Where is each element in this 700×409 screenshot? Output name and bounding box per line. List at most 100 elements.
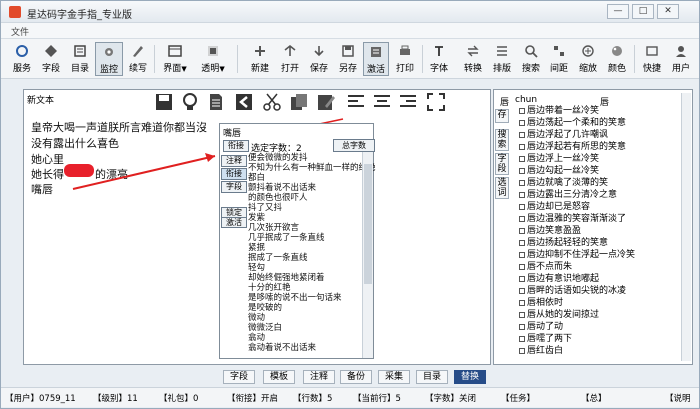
copy-icon[interactable] bbox=[289, 92, 309, 112]
candidate-item[interactable]: 几乎抿成了一条直线 bbox=[248, 233, 325, 243]
tab-replace[interactable]: 替换 bbox=[454, 370, 486, 384]
library-item[interactable]: 唇边露出三分清冷之意 bbox=[519, 189, 617, 201]
tab-catalog[interactable]: 目录 bbox=[416, 370, 448, 384]
toolbar-button-field[interactable]: 字段 bbox=[38, 42, 64, 76]
candidate-item[interactable]: 都白 bbox=[248, 173, 265, 183]
toolbar-button-activate[interactable]: 激活 bbox=[363, 42, 389, 76]
toolbar-button-catalog[interactable]: 目录 bbox=[67, 42, 93, 76]
candidate-item[interactable]: 翕动着说不出话来 bbox=[248, 343, 316, 353]
restore-button[interactable]: □ bbox=[632, 4, 654, 19]
candidate-item[interactable]: 微微泛白 bbox=[248, 323, 282, 333]
candidate-item[interactable]: 轻勾 bbox=[248, 263, 265, 273]
document-icon[interactable] bbox=[206, 92, 226, 112]
library-item[interactable]: 唇边却已是怒容 bbox=[519, 201, 590, 213]
library-item[interactable]: 唇畔的话语如尖锐的冰凌 bbox=[519, 285, 626, 297]
candidate-item[interactable]: 的颜色也很吓人 bbox=[248, 193, 308, 203]
candidate-item[interactable]: 是哆嗦的说不出一句话来 bbox=[248, 293, 342, 303]
toolbar-button-zoom[interactable]: 缩放 bbox=[575, 42, 601, 76]
candidate-item[interactable]: 便会微微的发抖 bbox=[248, 153, 308, 163]
candidate-item[interactable]: 发紫 bbox=[248, 213, 265, 223]
tab-search[interactable]: 搜索 bbox=[495, 129, 509, 151]
tab-notes[interactable]: 注释 bbox=[303, 370, 335, 384]
edit-icon[interactable] bbox=[316, 92, 336, 112]
candidate-item[interactable]: 十分的红艳 bbox=[248, 283, 291, 293]
toolbar-button-transparent[interactable]: 透明▼ bbox=[197, 42, 229, 76]
menu-file[interactable]: 文件 bbox=[11, 25, 29, 38]
candidate-item[interactable]: 是咬破的 bbox=[248, 303, 282, 313]
tab-collect[interactable]: 采集 bbox=[378, 370, 410, 384]
toolbar-button-layout[interactable]: 排版 bbox=[489, 42, 515, 76]
library-item[interactable]: 唇红齿白 bbox=[519, 345, 563, 357]
editor-line[interactable]: 嘴唇 bbox=[31, 181, 53, 197]
popup-activate-button[interactable]: 激活 bbox=[221, 217, 247, 228]
library-item[interactable]: 唇动了动 bbox=[519, 321, 563, 333]
popup-link-button[interactable]: 衔接 bbox=[223, 140, 249, 152]
editor-line[interactable]: 皇帝大喝一声道朕所言难道你都当沒 bbox=[31, 119, 207, 135]
toolbar-button-new[interactable]: 新建 bbox=[247, 42, 273, 76]
candidate-item[interactable]: 几次张开欲言 bbox=[248, 223, 299, 233]
toolbar-button-font[interactable]: 字体 bbox=[426, 42, 452, 76]
toolbar-button-save-as[interactable]: 另存 bbox=[335, 42, 361, 76]
candidate-item[interactable]: 抿成了一条直线 bbox=[248, 253, 308, 263]
toolbar-button-color[interactable]: 颜色 bbox=[604, 42, 630, 76]
candidate-item[interactable]: 不知为什么有一种鲜血一样的红艳 bbox=[248, 163, 376, 173]
candidate-item[interactable]: 紧抿 bbox=[248, 243, 265, 253]
popup-field-button[interactable]: 字段 bbox=[221, 181, 247, 193]
library-item[interactable]: 唇边就噙了淡薄的笑 bbox=[519, 177, 608, 189]
tab-template[interactable]: 模板 bbox=[263, 370, 295, 384]
library-item[interactable]: 唇边扬起轻轻的笑意 bbox=[519, 237, 608, 249]
tab-select-word[interactable]: 选词 bbox=[495, 177, 509, 199]
scissors-icon[interactable] bbox=[262, 92, 282, 112]
tab-backup[interactable]: 备份 bbox=[340, 370, 372, 384]
fullscreen-icon[interactable] bbox=[426, 92, 446, 112]
candidate-item[interactable]: 颤抖着说不出话来 bbox=[248, 183, 316, 193]
minimize-button[interactable]: — bbox=[607, 4, 629, 19]
scrollbar-thumb[interactable] bbox=[364, 164, 372, 284]
popup-note-button[interactable]: 注释 bbox=[221, 155, 247, 167]
editor-line[interactable]: 没有露出什么喜色 bbox=[31, 135, 119, 151]
lightbulb-icon[interactable] bbox=[180, 92, 200, 112]
align-right-icon[interactable] bbox=[398, 92, 418, 112]
total-count-button[interactable]: 总字数 bbox=[333, 139, 375, 152]
editor-line[interactable]: 她心里 bbox=[31, 151, 64, 167]
library-item[interactable]: 唇嚅了两下 bbox=[519, 333, 572, 345]
library-scrollbar[interactable] bbox=[681, 93, 691, 361]
toolbar-button-user[interactable]: 用户 bbox=[668, 42, 694, 76]
align-center-icon[interactable] bbox=[372, 92, 392, 112]
toolbar-button-interface[interactable]: 界面▼ bbox=[159, 42, 191, 76]
toolbar-button-shortcut[interactable]: 快捷 bbox=[639, 42, 665, 76]
toolbar-button-convert[interactable]: 转换 bbox=[460, 42, 486, 76]
editor-line[interactable]: 她长得 bbox=[31, 166, 64, 182]
back-arrow-icon[interactable] bbox=[234, 92, 254, 112]
library-item[interactable]: 唇边有意识地嘟起 bbox=[519, 273, 599, 285]
candidate-item[interactable]: 翕动 bbox=[248, 333, 265, 343]
popup-scrollbar[interactable] bbox=[362, 152, 373, 358]
candidate-item[interactable]: 微动 bbox=[248, 313, 265, 323]
tab-field[interactable]: 字段 bbox=[495, 153, 509, 175]
library-item[interactable]: 唇边笑意盈盈 bbox=[519, 225, 581, 237]
toolbar-button-continue[interactable]: 续写 bbox=[125, 42, 151, 76]
toolbar-button-spacing[interactable]: 间距 bbox=[546, 42, 572, 76]
toolbar-button-save[interactable]: 保存 bbox=[306, 42, 332, 76]
library-item[interactable]: 唇边浮起了几许嘲讽 bbox=[519, 129, 608, 141]
popup-link-toggle[interactable]: 衔接 bbox=[221, 168, 247, 180]
library-item[interactable]: 唇不点而朱 bbox=[519, 261, 572, 273]
align-left-icon[interactable] bbox=[346, 92, 366, 112]
close-button[interactable]: ✕ bbox=[657, 4, 679, 19]
tab-save[interactable]: 存 bbox=[495, 109, 509, 123]
toolbar-button-search[interactable]: 搜索 bbox=[518, 42, 544, 76]
editor-line[interactable]: 的漂亮 bbox=[95, 166, 128, 182]
library-item[interactable]: 唇边荡起一个柔和的笑意 bbox=[519, 117, 626, 129]
toolbar-button-open[interactable]: 打开 bbox=[277, 42, 303, 76]
library-item[interactable]: 唇边浮上一丝冷笑 bbox=[519, 153, 599, 165]
library-item[interactable]: 唇边温雅的笑容渐渐淡了 bbox=[519, 213, 626, 225]
library-item[interactable]: 唇边浮起若有所思的笑意 bbox=[519, 141, 626, 153]
tab-field-bottom[interactable]: 字段 bbox=[223, 370, 255, 384]
library-item[interactable]: 唇相依时 bbox=[519, 297, 563, 309]
library-item[interactable]: 唇从她的发间掠过 bbox=[519, 309, 599, 321]
toolbar-button-service[interactable]: 服务 bbox=[9, 42, 35, 76]
library-item[interactable]: 唇边抑制不住浮起一点冷笑 bbox=[519, 249, 635, 261]
toolbar-button-monitor[interactable]: 监控 bbox=[95, 42, 123, 76]
candidate-item[interactable]: 却始终倔强地紧闭着 bbox=[248, 273, 325, 283]
save-disk-icon[interactable] bbox=[154, 92, 174, 112]
